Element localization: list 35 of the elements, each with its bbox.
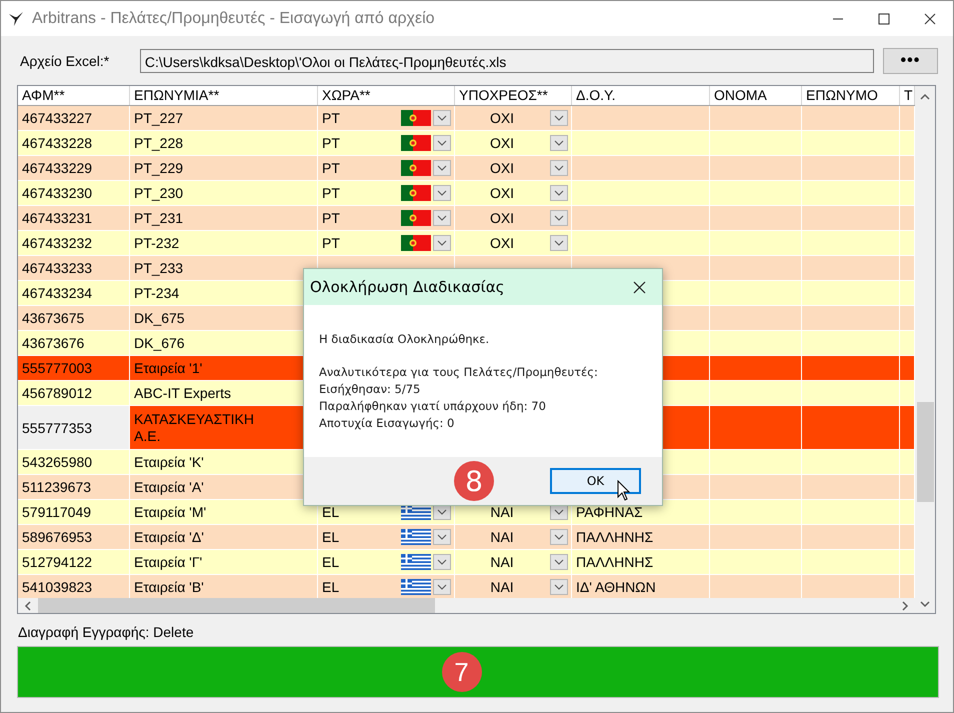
table-cell-text: ΟΧΙ — [488, 210, 516, 226]
table-cell-text: ΝΑΙ — [489, 529, 515, 545]
window-title: Arbitrans - Πελάτες/Προμηθευτές - Εισαγωγή από αρχείο — [32, 10, 435, 28]
table-cell-text: PT — [322, 160, 341, 176]
table-cell-text: PT — [322, 135, 341, 151]
dialog-detail-line: Αποτυχία Εισαγωγής: 0 — [319, 415, 456, 432]
table-cell-text: PT — [322, 185, 341, 201]
table-cell-text: ΟΧΙ — [488, 135, 516, 151]
dialog-title: Ολοκλήρωση Διαδικασίας — [310, 278, 504, 296]
table-cell: 555777353 — [18, 406, 130, 450]
table-cell-text: ΝΑΙ — [489, 554, 515, 570]
delete-hint: Διαγραφή Εγγραφής: Delete — [17, 624, 195, 640]
dialog-detail-line: Παραλήφθηκαν γιατί υπάρχουν ήδη: 70 — [319, 398, 547, 415]
step-badge: 8 — [454, 461, 494, 501]
table-cell-text: EL — [322, 554, 340, 570]
table-cell-text: ΟΧΙ — [488, 185, 516, 201]
table-cell: ΙΔ' ΑΘΗΝΩΝ — [576, 579, 656, 595]
table-cell-text: EL — [322, 529, 340, 545]
table-cell-text: PT — [322, 110, 341, 126]
table-cell: ΠΑΛΛΗΝΗΣ — [576, 554, 654, 570]
table-cell-text: ΟΧΙ — [488, 110, 516, 126]
dialog-message: Η διαδικασία Ολοκληρώθηκε. — [319, 331, 490, 348]
dialog-detail-line: Εισήχθησαν: 5/75 — [319, 381, 422, 398]
table-cell: ΡΑΦΗΝΑΣ — [576, 504, 643, 520]
table-cell-text: PT — [322, 210, 341, 226]
table-cell-text: ΝΑΙ — [489, 504, 515, 520]
table-cell: ΠΑΛΛΗΝΗΣ — [576, 529, 654, 545]
table-cell-text: ΟΧΙ — [488, 160, 516, 176]
file-label: Αρχείο Excel:* — [19, 53, 110, 69]
table-cell-text: PT — [322, 235, 341, 251]
table-cell-text: ΝΑΙ — [489, 579, 515, 595]
table-cell-text: EL — [322, 579, 340, 595]
table-cell-text: ΟΧΙ — [488, 235, 516, 251]
table-cell-text: EL — [322, 504, 340, 520]
dialog-detail-line: Αναλυτικότερα για τους Πελάτες/Προμηθευτές: — [319, 364, 599, 381]
